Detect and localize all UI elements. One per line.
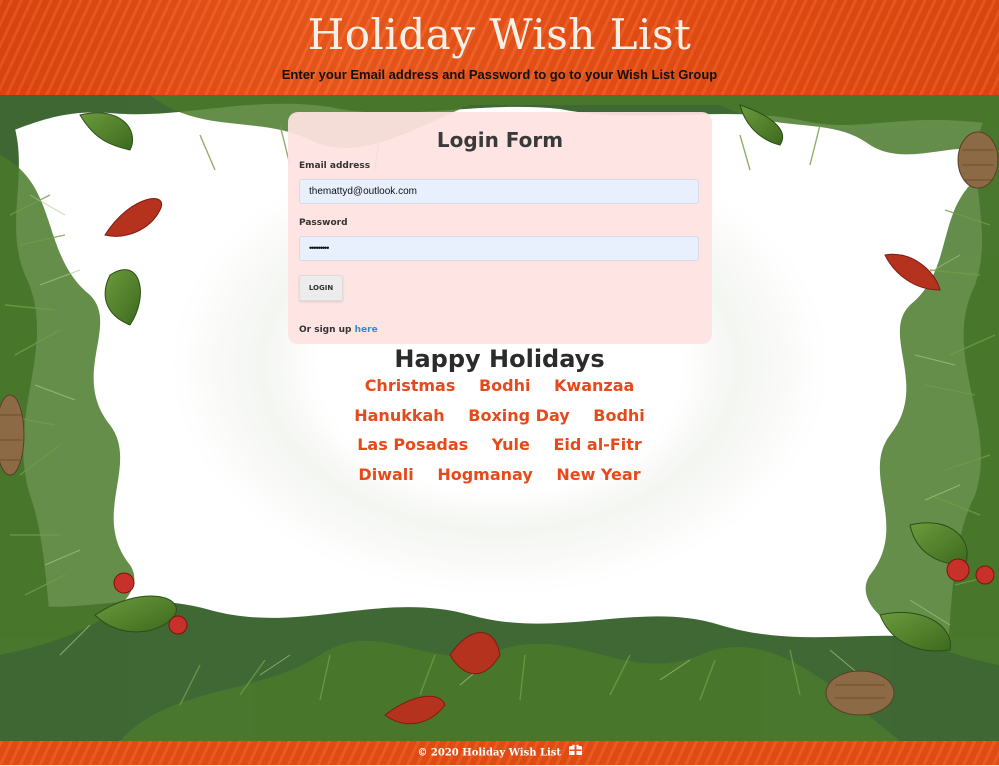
site-subtitle: Enter your Email address and Password to… [281, 67, 718, 82]
holiday-item: New Year [556, 465, 641, 484]
holiday-item: Boxing Day [468, 406, 570, 425]
site-title: Holiday Wish List [307, 10, 692, 59]
login-button[interactable]: LOGIN [299, 275, 343, 301]
holiday-row: Hanukkah Boxing Day Bodhi [0, 406, 999, 425]
signup-text: Or sign up here [299, 325, 378, 335]
garland-background: Login Form Email address themattyd@outlo… [0, 95, 999, 741]
login-title: Login Form [436, 128, 564, 152]
email-label: Email address [299, 161, 371, 171]
holiday-row: Christmas Bodhi Kwanzaa [0, 376, 999, 395]
email-field[interactable]: themattyd@outlook.com [299, 179, 699, 204]
holiday-item: Hanukkah [354, 406, 445, 425]
password-field[interactable]: ••••••••• [299, 236, 699, 261]
password-label: Password [299, 218, 348, 228]
holiday-item: Kwanzaa [554, 376, 635, 395]
happy-holidays-title: Happy Holidays [394, 345, 605, 373]
holiday-item: Eid al-Fitr [553, 435, 642, 454]
site-header: Holiday Wish List Enter your Email addre… [0, 0, 999, 95]
signup-link[interactable]: here [355, 325, 378, 335]
holiday-item: Bodhi [593, 406, 645, 425]
holiday-item: Diwali [358, 465, 414, 484]
gift-icon [568, 741, 582, 765]
holiday-item: Las Posadas [357, 435, 469, 454]
holiday-item: Hogmanay [437, 465, 533, 484]
login-form: Login Form Email address themattyd@outlo… [288, 112, 712, 344]
signup-prefix: Or sign up [299, 325, 352, 335]
footer-text: © 2020 Holiday Wish List [417, 747, 562, 759]
site-footer: © 2020 Holiday Wish List [0, 741, 999, 765]
holiday-item: Yule [491, 435, 530, 454]
holiday-item: Christmas [364, 376, 456, 395]
holiday-row: Diwali Hogmanay New Year [0, 465, 999, 484]
holiday-row: Las Posadas Yule Eid al-Fitr [0, 435, 999, 454]
holiday-item: Bodhi [478, 376, 531, 395]
